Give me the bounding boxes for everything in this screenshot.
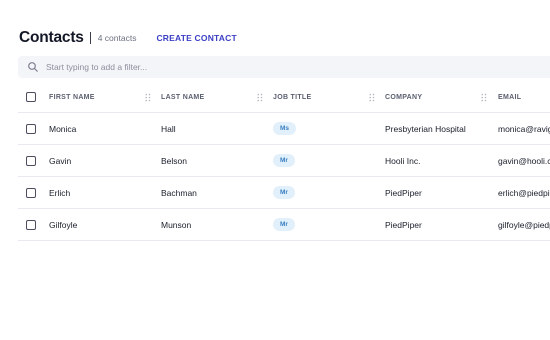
last-name-cell: Belson — [161, 155, 187, 166]
row-select-cell — [26, 113, 40, 144]
table-row[interactable]: Monica Hall Ms Presbyterian Hospital mon… — [18, 113, 550, 145]
job-title-badge: Mr — [273, 218, 295, 231]
company-cell: Hooli Inc. — [385, 155, 421, 166]
row-checkbox[interactable] — [26, 219, 36, 230]
email-cell: gavin@hooli.co — [498, 155, 550, 166]
last-name-cell: Munson — [161, 219, 192, 230]
row-checkbox[interactable] — [26, 187, 36, 198]
first-name-cell: Erlich — [49, 187, 71, 198]
header-divider — [89, 32, 91, 44]
search-icon — [27, 61, 39, 73]
table-row[interactable]: Erlich Bachman Mr PiedPiper erlich@piedp… — [18, 177, 550, 209]
job-title-cell: Mr — [273, 209, 373, 240]
column-header-job-title[interactable]: JOB TITLE — [273, 82, 373, 112]
column-header-last-name[interactable]: LAST NAME — [161, 82, 261, 112]
row-checkbox[interactable] — [26, 155, 36, 166]
contact-count: 4 contacts — [97, 33, 137, 43]
select-all-cell — [26, 82, 40, 112]
table-header-row: FIRST NAME LAST NAME JOB TITLE COMPANY E… — [18, 82, 550, 113]
job-title-cell: Mr — [273, 177, 373, 208]
column-header-email[interactable]: EMAIL — [498, 82, 550, 112]
job-title-cell: Mr — [273, 145, 373, 176]
first-name-cell: Monica — [49, 123, 77, 134]
contacts-page: Contacts 4 contacts CREATE CONTACT FIRST… — [0, 0, 550, 340]
company-cell: Presbyterian Hospital — [385, 123, 466, 134]
column-resize-handle[interactable] — [481, 82, 487, 112]
table-row[interactable]: Gilfoyle Munson Mr PiedPiper gilfoyle@pi… — [18, 209, 550, 241]
row-select-cell — [26, 145, 40, 176]
job-title-cell: Ms — [273, 113, 373, 144]
first-name-cell: Gilfoyle — [49, 219, 78, 230]
column-header-company[interactable]: COMPANY — [385, 82, 495, 112]
row-select-cell — [26, 209, 40, 240]
page-title: Contacts — [19, 29, 84, 46]
first-name-cell: Gavin — [49, 155, 72, 166]
row-checkbox[interactable] — [26, 123, 36, 134]
column-resize-handle[interactable] — [257, 82, 263, 112]
email-cell: monica@raviga — [498, 123, 550, 134]
email-cell: erlich@piedpip — [498, 187, 550, 198]
select-all-checkbox[interactable] — [26, 92, 36, 102]
column-header-first-name[interactable]: FIRST NAME — [49, 82, 149, 112]
job-title-badge: Ms — [273, 122, 297, 135]
column-resize-handle[interactable] — [369, 82, 375, 112]
page-header: Contacts 4 contacts CREATE CONTACT — [19, 28, 237, 48]
row-select-cell — [26, 177, 40, 208]
job-title-badge: Mr — [273, 186, 295, 199]
last-name-cell: Bachman — [161, 187, 197, 198]
last-name-cell: Hall — [161, 123, 176, 134]
job-title-badge: Mr — [273, 154, 295, 167]
table-row[interactable]: Gavin Belson Mr Hooli Inc. gavin@hooli.c… — [18, 145, 550, 177]
company-cell: PiedPiper — [385, 219, 422, 230]
create-contact-button[interactable]: CREATE CONTACT — [156, 33, 236, 43]
company-cell: PiedPiper — [385, 187, 422, 198]
column-resize-handle[interactable] — [145, 82, 151, 112]
filter-bar[interactable] — [18, 56, 550, 78]
filter-input[interactable] — [46, 62, 446, 72]
email-cell: gilfoyle@piedpi — [498, 219, 550, 230]
contacts-table: FIRST NAME LAST NAME JOB TITLE COMPANY E… — [18, 82, 550, 241]
